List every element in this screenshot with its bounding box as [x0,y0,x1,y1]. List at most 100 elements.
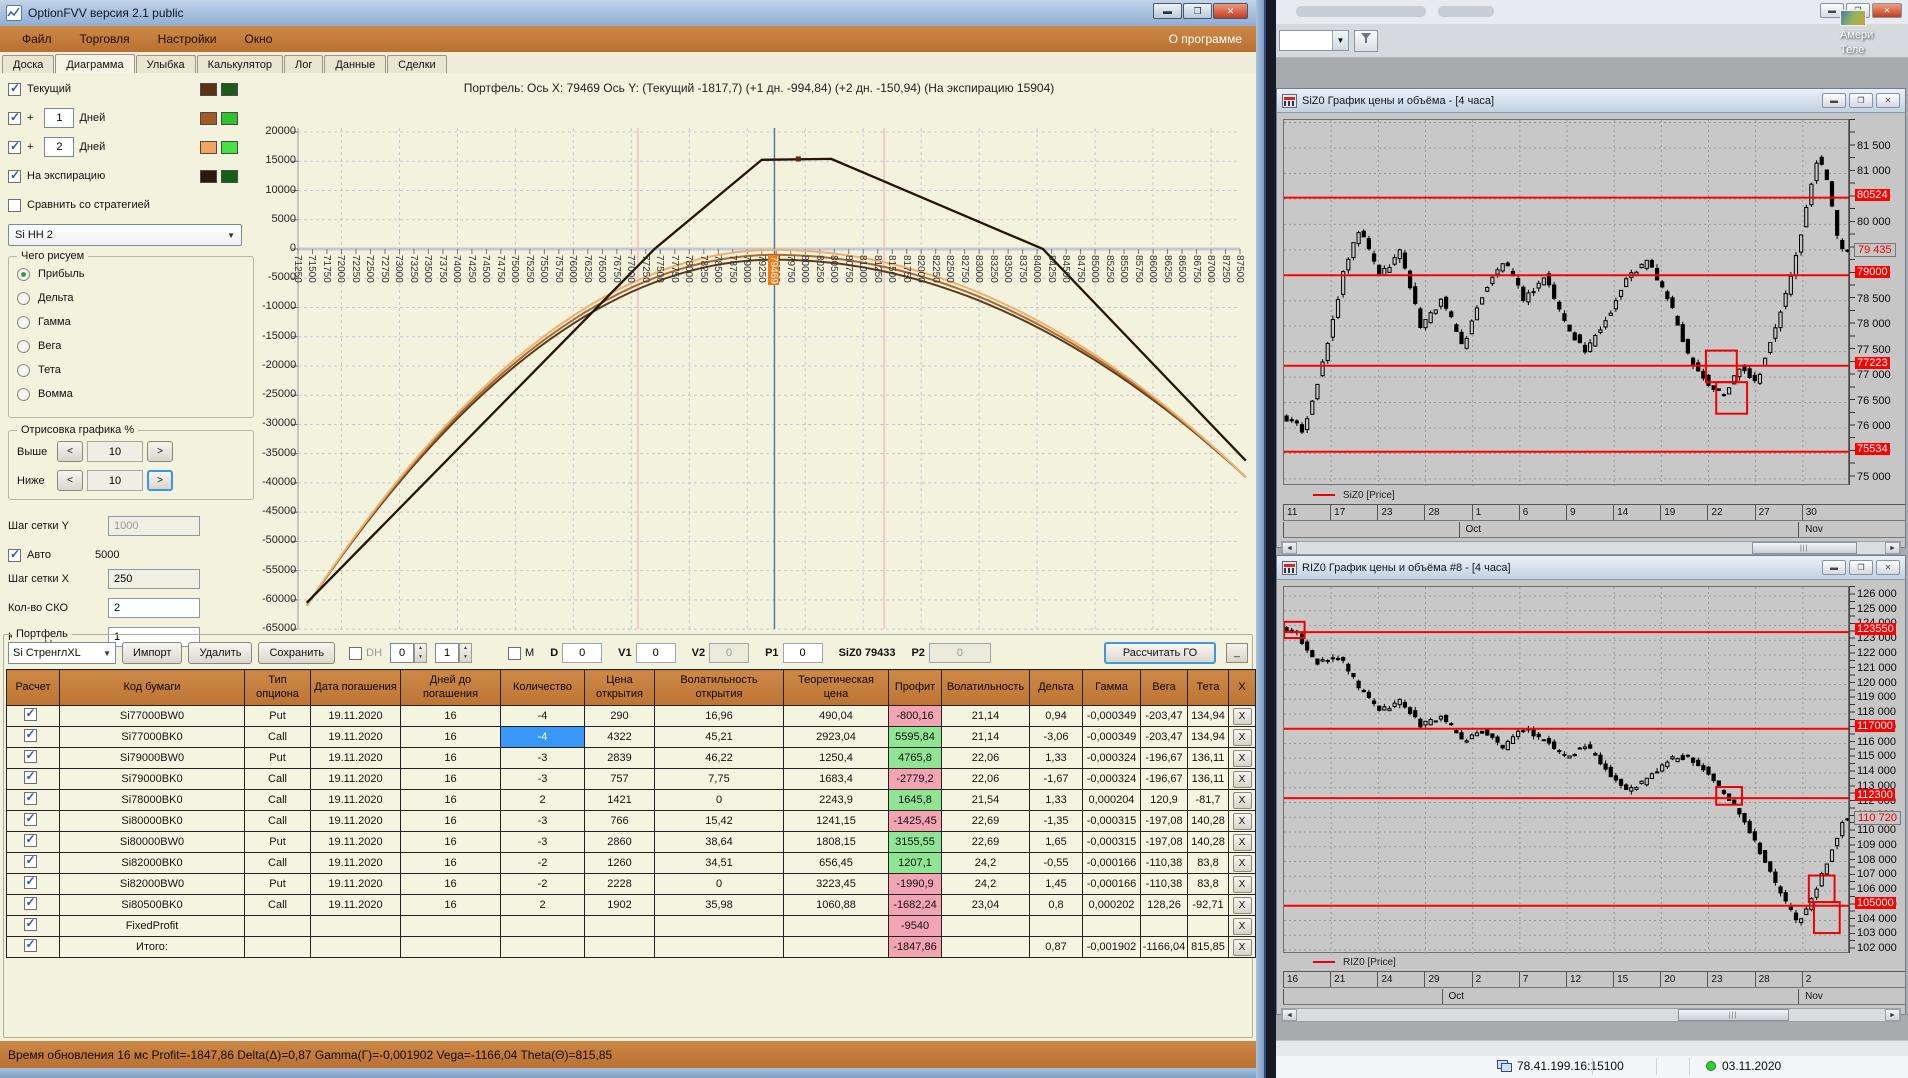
cell-gamma[interactable]: -0,000324 [1083,769,1141,790]
cell-open[interactable]: 4322 [585,727,655,748]
title-bar[interactable]: OptionFVV версия 2.1 public ▬ ❐ ✕ [0,0,1256,26]
scroll-left-icon[interactable]: ◄ [1282,1009,1297,1021]
cell-gamma[interactable]: -0,000324 [1083,748,1141,769]
cell-qty[interactable]: -2 [501,853,585,874]
toolbar-combobox[interactable]: ▼ [1279,30,1349,51]
cell-openVol[interactable]: 15,42 [655,811,784,832]
cell-x[interactable]: X [1229,790,1256,811]
cell-gamma[interactable]: -0,000315 [1083,811,1141,832]
cell-days[interactable] [401,916,501,937]
cell-days[interactable]: 16 [401,874,501,895]
cell-profit[interactable]: 5595,84 [889,727,942,748]
cell-profit[interactable]: -1847,86 [889,937,942,958]
above-value-input[interactable] [87,441,143,462]
payoff-plot[interactable] [262,73,1256,631]
cell-delta[interactable]: -3,06 [1030,727,1083,748]
cell-code[interactable]: Si82000BW0 [60,874,245,895]
row-checkbox[interactable] [24,855,37,868]
sko-input[interactable] [108,598,200,618]
row-delete-button[interactable]: X [1233,813,1252,830]
cell-open[interactable]: 1421 [585,790,655,811]
minimize-icon[interactable]: ▬ [1822,560,1846,575]
filter-funnel-icon[interactable] [1354,30,1378,52]
cell-openVol[interactable]: 38,64 [655,832,784,853]
cell-delta[interactable]: 1,33 [1030,790,1083,811]
cell-gamma[interactable]: -0,000349 [1083,727,1141,748]
import-button[interactable]: Импорт [122,642,182,664]
row-delete-button[interactable]: X [1233,855,1252,872]
cell-open[interactable] [585,916,655,937]
cell-code[interactable]: Si77000BW0 [60,706,245,727]
cell-code[interactable]: Si77000BK0 [60,727,245,748]
cell-delta[interactable]: -0,55 [1030,853,1083,874]
cell-days[interactable]: 16 [401,790,501,811]
tab-Калькулятор[interactable]: Калькулятор [197,55,283,73]
cell-code[interactable]: Si79000BK0 [60,769,245,790]
row-delete-button[interactable]: X [1233,897,1252,914]
cell-vega[interactable]: -1166,04 [1141,937,1188,958]
above-decrease-button[interactable]: < [57,441,83,462]
cell-theta[interactable]: 136,11 [1188,769,1229,790]
series-toggle-checkbox-3[interactable] [8,170,21,183]
cell-delta[interactable]: -1,67 [1030,769,1083,790]
cell-qty[interactable]: -3 [501,748,585,769]
cell-profit[interactable]: -1425,45 [889,811,942,832]
cell-delta[interactable]: 0,94 [1030,706,1083,727]
cell-type[interactable]: Call [245,853,311,874]
desktop-icon-label[interactable]: Теле [1840,43,1906,58]
cell-days[interactable] [401,937,501,958]
cell-delta[interactable]: 0,87 [1030,937,1083,958]
menu-item-0[interactable]: Файл [8,32,66,46]
cell-profit[interactable]: 1645,8 [889,790,942,811]
menu-item-about[interactable]: О программе [1169,32,1248,46]
cell-vega[interactable]: -203,47 [1141,727,1188,748]
cell-code[interactable]: Si80000BW0 [60,832,245,853]
cell-qty[interactable]: -3 [501,832,585,853]
cell-date[interactable]: 19.11.2020 [311,811,401,832]
cell-openVol[interactable]: 45,21 [655,727,784,748]
p2-input[interactable] [929,643,991,663]
row-delete-button[interactable]: X [1233,729,1252,746]
cell-theta[interactable]: 83,8 [1188,853,1229,874]
cell-vol[interactable]: 22,06 [942,748,1030,769]
series-toggle-checkbox-1[interactable] [8,112,21,125]
cell-type[interactable]: Put [245,874,311,895]
tab-Сделки[interactable]: Сделки [387,55,447,73]
series-toggle-checkbox-2[interactable] [8,141,21,154]
close-icon[interactable]: ✕ [1213,3,1248,19]
cell-openVol[interactable]: 0 [655,874,784,895]
close-icon[interactable]: ✕ [1876,560,1900,575]
cell-days[interactable]: 16 [401,727,501,748]
tab-Данные[interactable]: Данные [324,55,386,73]
cell-theo[interactable]: 1060,88 [784,895,889,916]
menu-item-3[interactable]: Окно [231,32,287,46]
cell-theta[interactable]: 134,94 [1188,727,1229,748]
draw-option-radio-Вега[interactable] [17,340,30,353]
cell-date[interactable]: 19.11.2020 [311,727,401,748]
cell-code[interactable]: Si79000BW0 [60,748,245,769]
spinner-arrows-icon[interactable]: ▲▼ [414,643,427,663]
cell-vega[interactable]: -196,67 [1141,748,1188,769]
dh-checkbox[interactable] [349,647,362,660]
siz0-plot[interactable] [1283,119,1849,485]
row-checkbox[interactable] [24,708,37,721]
cell-type[interactable]: Call [245,895,311,916]
cell-x[interactable]: X [1229,937,1256,958]
toolbar-field-input-D[interactable] [562,643,602,663]
cell-theo[interactable]: 1808,15 [784,832,889,853]
tab-Улыбка[interactable]: Улыбка [136,55,196,73]
cell-vol[interactable] [942,916,1030,937]
cell-type[interactable]: Call [245,769,311,790]
cell-theo[interactable]: 490,04 [784,706,889,727]
cell-days[interactable]: 16 [401,769,501,790]
cell-gamma[interactable]: -0,000166 [1083,853,1141,874]
cell-openVol[interactable] [655,937,784,958]
cell-days[interactable]: 16 [401,748,501,769]
row-checkbox[interactable] [24,813,37,826]
cell-vega[interactable]: -203,47 [1141,706,1188,727]
desktop-icon-image[interactable] [1840,10,1866,26]
cell-profit[interactable]: 4765,8 [889,748,942,769]
cell-qty[interactable]: -2 [501,874,585,895]
cell-open[interactable]: 2839 [585,748,655,769]
cell-vega[interactable]: -197,08 [1141,811,1188,832]
